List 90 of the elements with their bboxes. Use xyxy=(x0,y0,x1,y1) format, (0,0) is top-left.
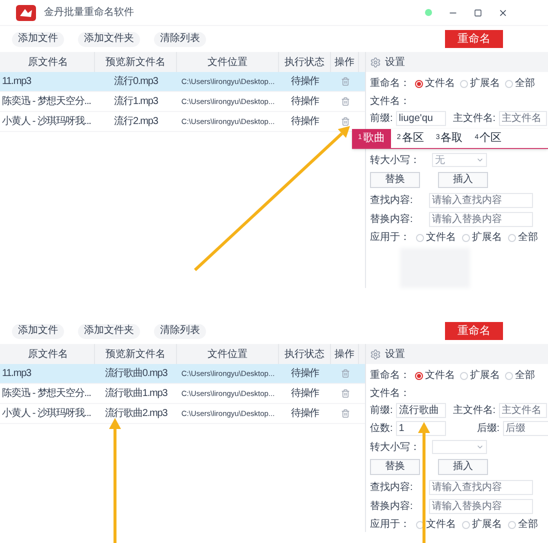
input-field[interactable]: 请输入替换内容 xyxy=(428,212,533,226)
candidate-text: 歌曲 xyxy=(362,131,385,146)
table-cell-text: 待操作 xyxy=(290,114,320,129)
input-field[interactable]: 1 xyxy=(396,421,446,436)
input-field[interactable]: 请输入查找内容 xyxy=(428,192,533,208)
action-button[interactable]: 替换 xyxy=(370,459,420,475)
table-cell-text: 待操作 xyxy=(290,74,320,89)
table-cell-text: 流行2.mp3 xyxy=(113,114,159,129)
toolbar-button[interactable]: 添加文件夹 xyxy=(78,324,140,338)
toolbar-button[interactable]: 添加文件 xyxy=(12,32,64,46)
delete-icon[interactable] xyxy=(340,77,350,86)
field-label: 主文件名: xyxy=(452,405,496,416)
app-logo-icon xyxy=(16,4,36,20)
rename-button[interactable]: 重命名 xyxy=(445,322,503,340)
table-cell-text: 陈奕迅 - 梦想天空分... xyxy=(1,94,92,109)
table-cell-text: 待操作 xyxy=(290,366,320,381)
radio-option[interactable]: 扩展名 xyxy=(460,76,500,91)
input-field[interactable]: 请输入查找内容 xyxy=(428,480,533,494)
input-field[interactable]: liuge'qu xyxy=(396,111,446,126)
toolbar-button[interactable]: 添加文件夹 xyxy=(78,32,140,46)
delete-icon[interactable] xyxy=(340,97,350,106)
radio-option[interactable]: 全部 xyxy=(505,76,535,91)
field-label: 转大小写： xyxy=(370,154,420,168)
delete-icon[interactable] xyxy=(340,389,350,398)
maximize-icon[interactable] xyxy=(474,8,482,16)
radio-option[interactable]: 扩展名 xyxy=(460,368,500,383)
input-field[interactable]: 后缀 xyxy=(502,421,548,436)
field-label: 前缀: xyxy=(370,112,393,126)
close-icon[interactable] xyxy=(498,8,508,18)
table-cell-text: 流行歌曲1.mp3 xyxy=(104,386,168,401)
settings-title: 设置 xyxy=(385,56,405,70)
field-label: 应用于： xyxy=(370,518,410,532)
field-label: 前缀: xyxy=(370,404,393,418)
table-cell-text: 小黄人 - 沙琪玛呀我... xyxy=(1,114,92,129)
table-cell-text: 流行歌曲2.mp3 xyxy=(104,406,168,421)
input-field[interactable]: 主文件名 xyxy=(498,403,547,418)
field-label: 查找内容: xyxy=(370,480,413,494)
table-cell-text: 待操作 xyxy=(290,386,320,401)
delete-icon[interactable] xyxy=(340,369,350,378)
field-label: 文件名： xyxy=(370,94,410,108)
candidate-text: 个区 xyxy=(480,131,502,146)
action-button[interactable]: 插入 xyxy=(438,459,488,475)
settings-title: 设置 xyxy=(385,348,405,362)
radio-option[interactable]: 文件名 xyxy=(415,368,455,383)
window-title: 金丹批量重命名软件 xyxy=(44,6,134,20)
table-cell-text: 流行歌曲0.mp3 xyxy=(104,366,168,381)
delete-icon[interactable] xyxy=(340,409,350,418)
table-cell-text: 待操作 xyxy=(290,406,320,421)
action-button[interactable]: 替换 xyxy=(370,172,420,188)
table-cell-text: 11.mp3 xyxy=(1,75,32,89)
radio-option[interactable]: 文件名 xyxy=(416,517,456,532)
field-label: 位数: xyxy=(370,422,393,436)
table-cell-text: 11.mp3 xyxy=(1,367,32,381)
candidate-text: 各取 xyxy=(440,131,463,146)
field-label: 重命名： xyxy=(370,76,410,91)
table-cell-text: 待操作 xyxy=(290,94,320,109)
input-field[interactable]: 请输入替换内容 xyxy=(428,498,533,514)
field-label: 应用于： xyxy=(370,230,410,245)
toolbar-button[interactable]: 添加文件 xyxy=(12,324,64,338)
field-label: 文件名： xyxy=(370,386,410,400)
chevron-down-icon xyxy=(476,156,484,164)
radio-option[interactable]: 全部 xyxy=(505,368,535,383)
radio-option[interactable]: 文件名 xyxy=(415,76,455,91)
field-label: 替换内容: xyxy=(370,500,413,514)
table-cell-text: 流行1.mp3 xyxy=(113,94,159,109)
field-label: 后缀: xyxy=(476,423,500,434)
candidate-text: 各区 xyxy=(402,131,424,146)
radio-option[interactable]: 全部 xyxy=(508,517,538,532)
field-label: 替换内容: xyxy=(370,212,413,226)
action-button[interactable]: 插入 xyxy=(438,172,488,188)
field-label: 主文件名: xyxy=(452,113,496,124)
radio-option[interactable]: 全部 xyxy=(508,230,538,245)
field-label: 查找内容: xyxy=(370,194,413,208)
field-label: 重命名： xyxy=(370,368,410,383)
delete-icon[interactable] xyxy=(340,117,350,126)
radio-option[interactable]: 扩展名 xyxy=(462,230,502,245)
settings-icon xyxy=(370,56,381,68)
input-field[interactable]: 流行歌曲 xyxy=(396,403,446,418)
table-cell-text: 陈奕迅 - 梦想天空分... xyxy=(1,386,92,401)
table-cell-text: 流行0.mp3 xyxy=(113,74,159,89)
field-label: 转大小写： xyxy=(370,440,420,454)
toolbar-button[interactable]: 清除列表 xyxy=(154,32,206,46)
table-cell-text: 小黄人 - 沙琪玛呀我... xyxy=(1,406,92,421)
rename-button[interactable]: 重命名 xyxy=(445,30,503,48)
radio-option[interactable]: 扩展名 xyxy=(462,517,502,532)
toolbar-button[interactable]: 清除列表 xyxy=(154,324,206,338)
settings-icon xyxy=(370,348,381,360)
radio-option[interactable]: 文件名 xyxy=(416,230,456,245)
chevron-down-icon xyxy=(476,443,484,451)
input-field[interactable]: 主文件名 xyxy=(498,111,547,126)
